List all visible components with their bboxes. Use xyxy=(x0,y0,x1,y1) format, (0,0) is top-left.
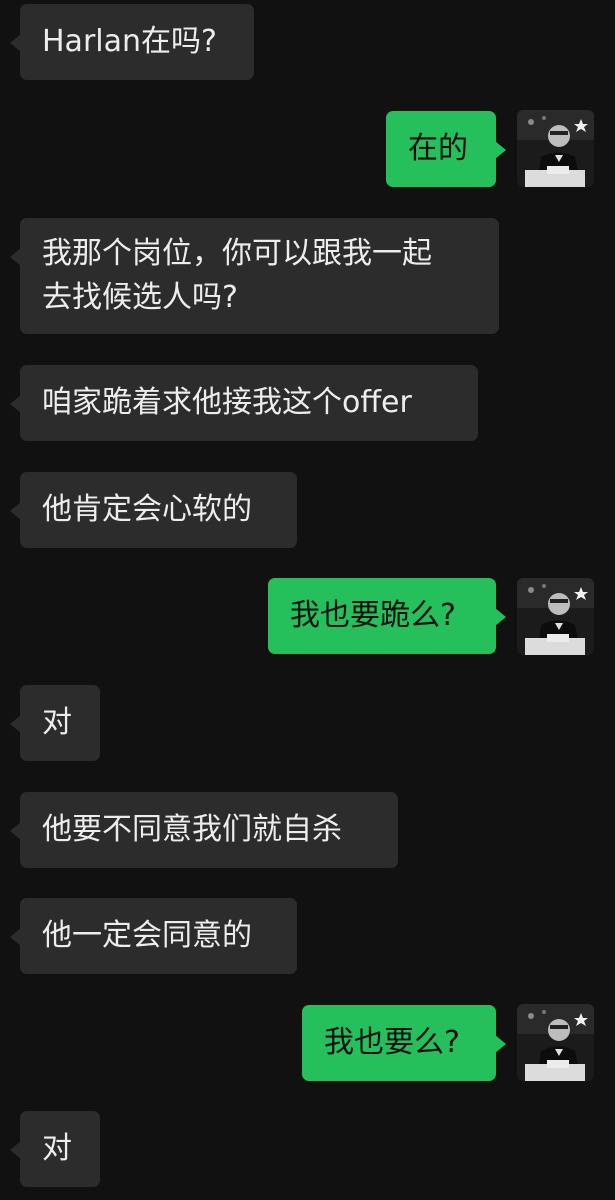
user-avatar-icon xyxy=(517,110,594,187)
user-avatar-icon xyxy=(517,1004,594,1081)
message-bubble[interactable]: 对 xyxy=(10,685,100,761)
message-bubble[interactable]: 他要不同意我们就自杀 xyxy=(10,792,398,868)
message-bubble[interactable]: 咱家跪着求他接我这个offer xyxy=(10,365,478,441)
message-bubble[interactable]: 他肯定会心软的 xyxy=(10,472,297,548)
message-bubble[interactable]: 我那个岗位，你可以跟我一起 去找候选人吗? xyxy=(10,218,499,334)
avatar[interactable] xyxy=(517,1004,594,1081)
avatar[interactable] xyxy=(517,578,594,655)
message-bubble[interactable]: 他一定会同意的 xyxy=(10,898,297,974)
message-bubble[interactable]: 我也要么? xyxy=(302,1005,506,1081)
message-bubble[interactable]: 我也要跪么? xyxy=(268,578,506,654)
message-bubble[interactable]: 对 xyxy=(10,1111,100,1187)
avatar[interactable] xyxy=(517,110,594,187)
message-bubble[interactable]: Harlan在吗? xyxy=(10,4,254,80)
chat-view: Harlan在吗? 在的 我那个岗位，你可以跟我一起 去找候选人吗? 咱家跪着求… xyxy=(0,0,615,1200)
message-bubble[interactable]: 在的 xyxy=(386,111,506,187)
user-avatar-icon xyxy=(517,578,594,655)
